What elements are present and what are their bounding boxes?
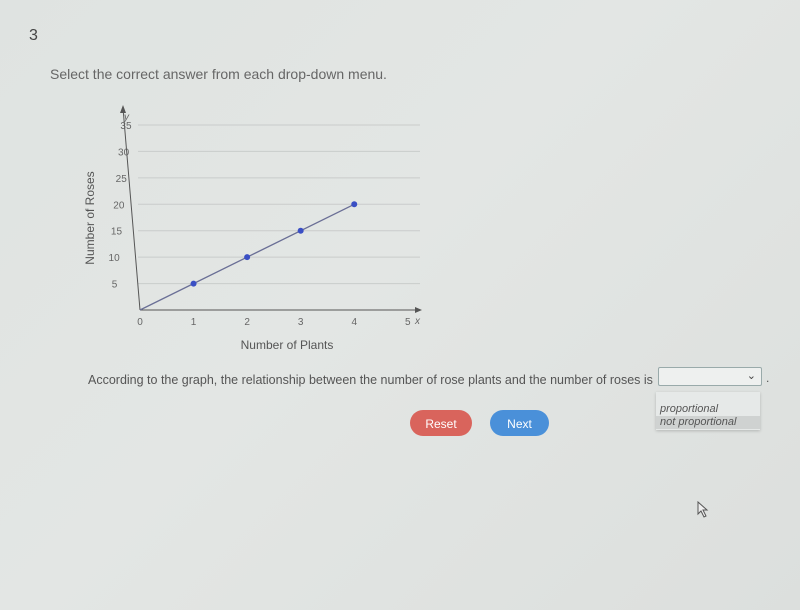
x-axis-letter: x — [414, 316, 421, 327]
proportional-graph: 0 1 2 3 4 55101520253035 Number of Plants Num… — [83, 105, 422, 352]
x-tick-label: 1 — [191, 317, 197, 328]
question-number: 3 — [29, 27, 38, 44]
chevron-down-icon: ⌄ — [746, 370, 756, 382]
y-axis — [122, 107, 141, 311]
y-tick-label: 15 — [111, 227, 123, 238]
y-tick-label: 30 — [118, 147, 130, 158]
mouse-cursor-icon — [697, 501, 709, 518]
x-axis-arrow-icon — [415, 307, 422, 313]
question-text: According to the graph, the relationship… — [88, 373, 653, 387]
dropdown-menu: proportional not proportional — [656, 392, 760, 430]
data-point — [351, 201, 358, 208]
instruction-text: Select the correct answer from each drop… — [50, 66, 387, 82]
answer-dropdown[interactable]: ⌄ — [658, 367, 762, 386]
y-axis-label: Number of Roses — [83, 171, 97, 264]
y-tick-label: 25 — [116, 174, 128, 185]
next-button[interactable]: Next — [490, 410, 549, 436]
sentence-period: . — [766, 371, 770, 385]
x-axis-label: Number of Plants — [241, 338, 334, 352]
option-proportional[interactable]: proportional — [656, 403, 760, 416]
reset-button[interactable]: Reset — [410, 410, 472, 436]
option-not-proportional[interactable]: not proportional — [656, 416, 760, 429]
data-point — [190, 280, 197, 287]
y-tick-label: 10 — [109, 253, 121, 264]
x-tick-label: 0 — [137, 317, 143, 328]
y-axis-letter: y — [123, 112, 130, 123]
data-point — [297, 227, 304, 234]
y-tick-label: 5 — [112, 280, 118, 291]
x-tick-label: 4 — [351, 317, 357, 328]
data-point — [244, 254, 251, 261]
x-tick-label: 3 — [298, 317, 304, 328]
x-tick-label: 5 — [405, 317, 411, 328]
y-tick-label: 20 — [113, 200, 125, 211]
x-tick-label: 2 — [244, 317, 250, 328]
